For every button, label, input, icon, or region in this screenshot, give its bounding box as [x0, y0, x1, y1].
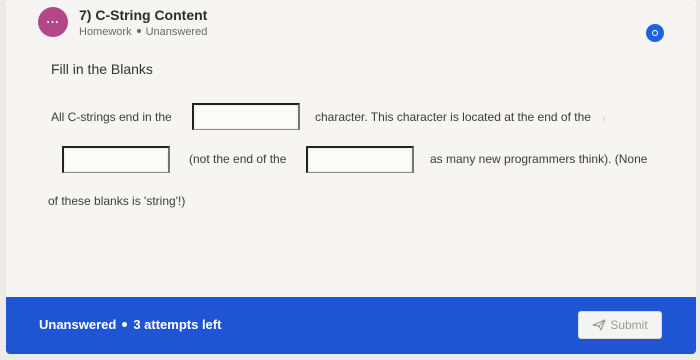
section-title: Fill in the Blanks	[51, 61, 153, 77]
attempt-status: Unanswered 3 attempts left	[39, 317, 221, 332]
prompt-text-4: as many new programmers think). (None	[430, 152, 648, 166]
footer-status-label: Unanswered	[39, 317, 117, 332]
attempts-left: 3 attempts left	[133, 317, 222, 332]
blank-input-2[interactable]	[62, 146, 170, 173]
question-type: Homework	[79, 26, 132, 38]
blank-input-3[interactable]	[306, 146, 414, 173]
overflow-arrow-icon: ›	[602, 113, 606, 125]
question-status: Unanswered	[145, 26, 208, 38]
question-type-icon: ...	[38, 7, 68, 37]
submit-label: Submit	[610, 318, 648, 332]
question-card: ... 7) C-String Content Homework Unanswer…	[6, 0, 696, 354]
question-meta: Homework Unanswered	[79, 26, 207, 38]
send-icon	[592, 319, 606, 331]
submit-button[interactable]: Submit	[578, 311, 662, 339]
prompt-text-2: character. This character is located at …	[315, 110, 591, 124]
prompt-text-1: All C-strings end in the	[51, 110, 172, 124]
footer-bar: Unanswered 3 attempts left Submit	[6, 297, 696, 354]
prompt-text-3: (not the end of the	[189, 152, 287, 166]
separator-dot	[136, 29, 141, 34]
separator-dot	[122, 322, 128, 328]
question-title: 7) C-String Content	[79, 7, 208, 23]
status-indicator-icon	[646, 24, 664, 42]
prompt-text-5: of these blanks is 'string'!)	[48, 194, 186, 208]
blank-input-1[interactable]	[192, 103, 300, 130]
